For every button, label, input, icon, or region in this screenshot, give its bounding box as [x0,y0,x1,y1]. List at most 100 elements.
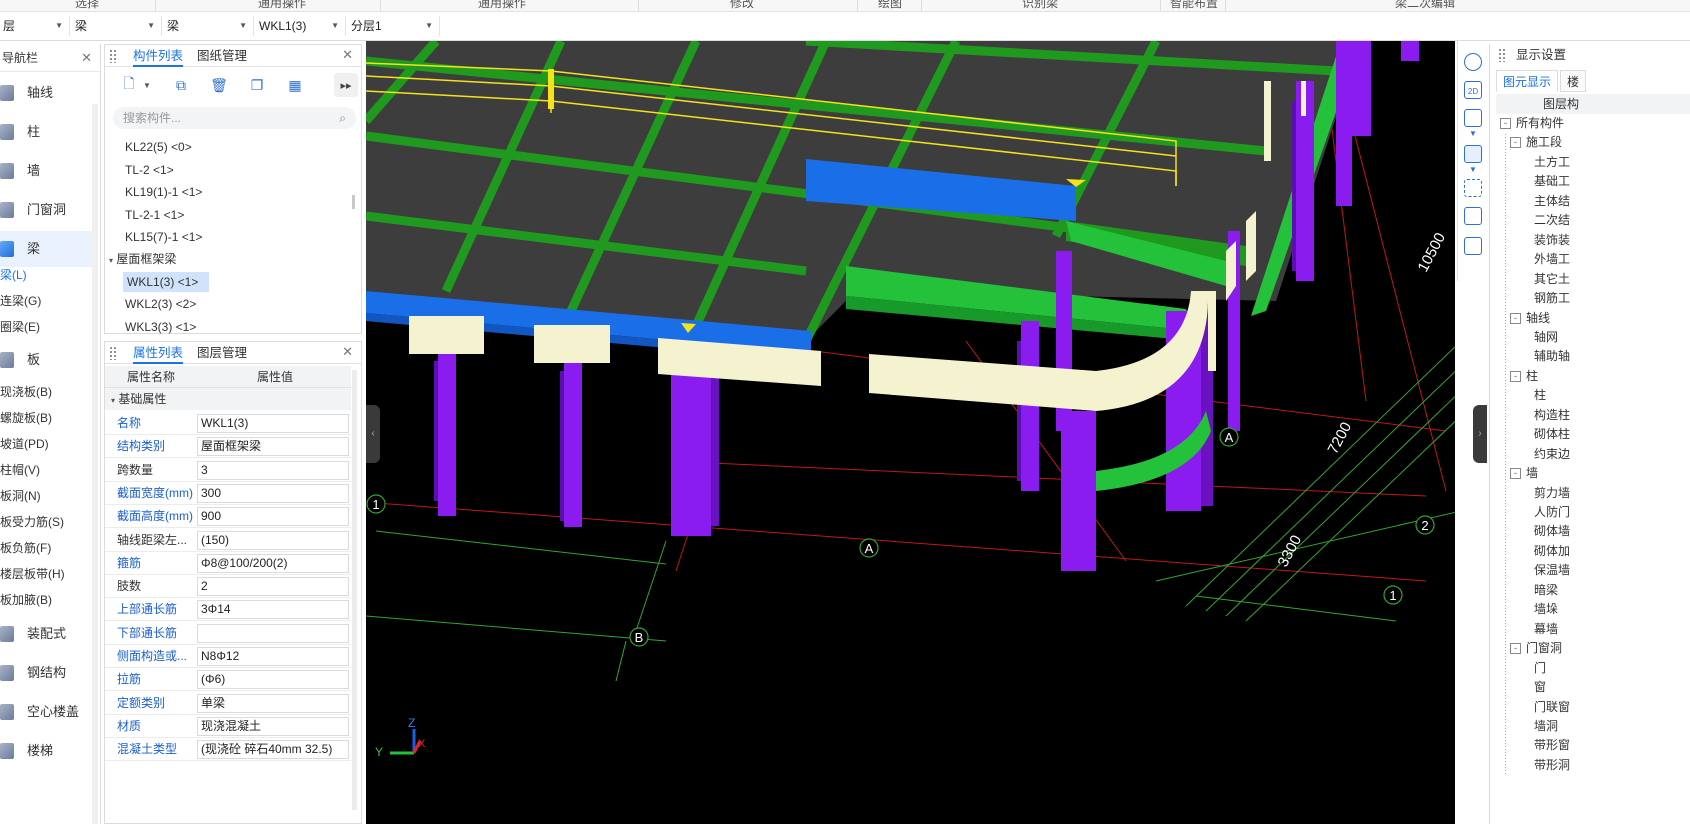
view-cube-icon[interactable] [1464,207,1482,225]
property-value-field[interactable]: (150) [197,530,349,550]
nav-item-prefab[interactable]: 装配式 [0,616,94,652]
nav-sub-beam-l[interactable]: 梁(L) [0,265,27,285]
tree-node[interactable]: 钢筋工 [1534,289,1570,308]
tree-node[interactable]: 外墙工 [1534,250,1570,269]
nav-sub-cast-slab[interactable]: 现浇板(B) [0,382,52,402]
tab-layer-manager[interactable]: 图层管理 [197,344,247,364]
list-group[interactable]: ▾ 屋面框架梁 [109,249,176,269]
tree-node[interactable]: 柱 [1534,386,1546,405]
model-canvas[interactable]: 1 A B A 2 1 4 10500 7200 3300 Z Y X [366,41,1455,824]
property-row[interactable]: 截面宽度(mm) 300 [105,482,351,505]
property-row[interactable]: 混凝土类型 (现浇砼 碎石40mm 32.5) [105,738,351,762]
type-select[interactable]: 梁 ▼ [164,16,254,36]
tree-node[interactable]: 主体结 [1534,192,1570,211]
property-value-field[interactable] [197,623,349,643]
collapse-toggle-icon[interactable]: - [1500,118,1511,129]
tree-node[interactable]: 轴网 [1534,328,1558,347]
tree-node[interactable]: 构造柱 [1534,406,1570,425]
nav-item-stair[interactable]: 楼梯 [0,733,94,769]
collapse-left-button[interactable]: ‹ [366,405,380,463]
copy-icon[interactable]: ⧉ [169,73,193,97]
collapse-toggle-icon[interactable]: - [1510,137,1521,149]
property-scrollbar[interactable] [352,370,357,810]
display-settings-icon[interactable] [1464,237,1482,255]
nav-sub-slab-hole[interactable]: 板洞(N) [0,486,41,506]
tab-property-list[interactable]: 属性列表 [133,344,184,364]
ribbon-modify[interactable]: 修改 [730,0,754,11]
list-item[interactable]: KL22(5) <0> [125,137,192,157]
search-input[interactable]: 搜索构件... ⌕ [113,107,356,129]
property-group[interactable]: ▾ 基础属性 [105,388,351,410]
ribbon-beam-edit[interactable]: 梁二次编辑 [1395,0,1455,11]
nav-item-wall[interactable]: 墙 [0,153,94,189]
tree-node[interactable]: 所有构件 [1516,114,1564,133]
property-value-field[interactable]: 单梁 [197,693,349,713]
property-row[interactable]: 肢数 2 [105,575,351,599]
collapse-toggle-icon[interactable]: - [1510,312,1521,324]
nav-sub-ring-beam[interactable]: 圈梁(E) [0,317,40,337]
nav-item-steel[interactable]: 钢结构 [0,655,94,691]
list-item[interactable]: WKL3(3) <1> [125,317,196,337]
property-row[interactable]: 截面高度(mm) 900 [105,505,351,529]
view-3d-box-icon[interactable] [1464,109,1482,127]
ribbon-smart-place[interactable]: 智能布置 [1170,0,1218,11]
new-component-icon[interactable]: 🗋 [117,73,141,97]
component-scrollbar[interactable] [352,195,355,209]
property-row[interactable]: 定额类别 单梁 [105,692,351,715]
tree-node[interactable]: 轴线 [1526,309,1550,328]
tree-node[interactable]: 辅助轴 [1534,347,1570,366]
tree-node[interactable]: 带形窗 [1534,736,1570,755]
nav-item-column[interactable]: 柱 [0,114,94,150]
solid-view-icon[interactable] [1464,145,1482,163]
property-value-field[interactable]: Φ8@100/200(2) [197,553,349,573]
property-value-field[interactable]: 现浇混凝土 [197,716,349,736]
chevron-down-icon[interactable]: ▼ [1463,129,1483,138]
tree-node[interactable]: 二次结 [1534,211,1570,230]
3d-viewport[interactable]: 1 A B A 2 1 4 10500 7200 3300 Z Y X [366,41,1455,824]
tree-node[interactable]: 门 [1534,659,1546,678]
tree-node[interactable]: 柱 [1526,367,1538,386]
delete-icon[interactable]: 🗑 [207,73,231,97]
property-value-field[interactable]: (Φ6) [197,670,349,690]
nav-item-door-window[interactable]: 门窗洞 [0,192,94,228]
tree-node[interactable]: 墙 [1526,464,1538,483]
chevron-down-icon[interactable]: ▼ [1463,165,1483,174]
tree-node[interactable]: 暗梁 [1534,581,1558,600]
property-row[interactable]: 下部通长筋 [105,622,351,645]
list-item[interactable]: TL-2 <1> [125,160,174,180]
more-icon[interactable]: ▸▸ [334,73,358,97]
ribbon-select[interactable]: 选择 [75,0,99,11]
nav-sub-link-beam[interactable]: 连梁(G) [0,291,41,311]
list-item[interactable]: KL19(1)-1 <1> [125,182,202,202]
floor-select[interactable]: 层 ▼ [0,16,70,36]
property-value-field[interactable]: WKL1(3) [197,414,349,433]
tree-node[interactable]: 其它土 [1534,270,1570,289]
tree-node[interactable]: 门窗洞 [1526,639,1562,658]
category-select[interactable]: 梁 ▼ [72,16,162,36]
ribbon-draw[interactable]: 绘图 [878,0,902,11]
tree-node[interactable]: 人防门 [1534,503,1570,522]
property-value-field[interactable]: 300 [197,483,349,503]
tab-drawing-manager[interactable]: 图纸管理 [197,47,247,67]
collapse-toggle-icon[interactable]: - [1510,643,1521,655]
property-value-field[interactable]: 3 [197,460,349,480]
property-row[interactable]: 结构类别 屋面框架梁 [105,435,351,459]
tree-node[interactable]: 装饰装 [1534,231,1570,250]
tree-node[interactable]: 墙洞 [1534,717,1558,736]
list-item[interactable]: TL-2-1 <1> [125,205,184,225]
property-value-field[interactable]: 2 [197,577,349,597]
tree-node[interactable]: 砌体加 [1534,542,1570,561]
tree-node[interactable]: 墙垛 [1534,600,1558,619]
orbit-icon[interactable] [1464,53,1482,71]
drag-handle-icon[interactable] [109,49,117,63]
list-item[interactable]: KL15(7)-1 <1> [125,227,202,247]
property-value-field[interactable]: 屋面框架梁 [197,437,349,457]
tab-element-display[interactable]: 图元显示 [1496,70,1559,92]
property-row[interactable]: 名称 WKL1(3) [105,412,351,435]
nav-item-hollow-floor[interactable]: 空心楼盖 [0,694,94,730]
close-icon[interactable]: ✕ [342,47,353,63]
property-value-field[interactable]: 3Φ14 [197,600,349,620]
property-row[interactable]: 跨数量 3 [105,459,351,482]
chevron-down-icon[interactable]: ▼ [141,73,153,97]
nav-sub-slab-strip[interactable]: 楼层板带(H) [0,564,65,584]
